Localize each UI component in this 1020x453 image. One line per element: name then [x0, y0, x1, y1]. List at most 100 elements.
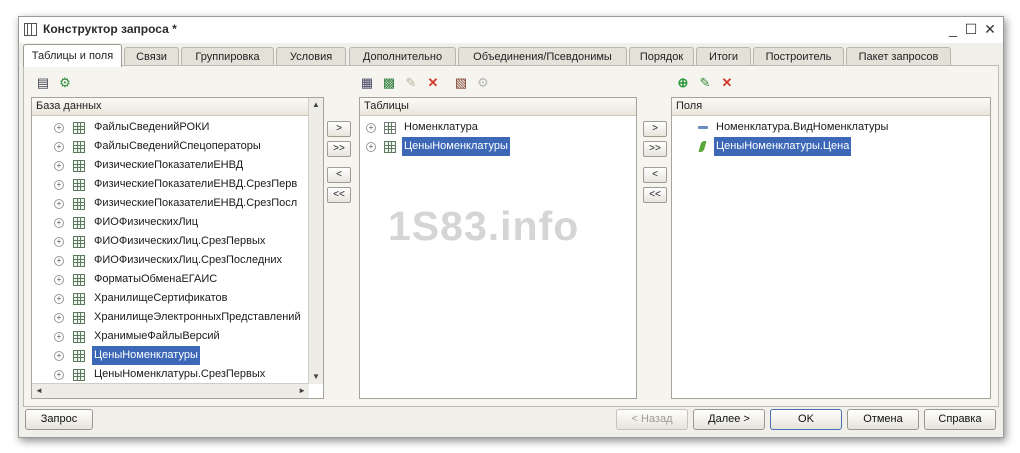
expand-icon[interactable]: +: [54, 237, 64, 247]
table-icon: [73, 293, 85, 305]
list-item[interactable]: + ФайлыСведенийРОКИ: [32, 118, 308, 137]
expand-icon[interactable]: +: [54, 180, 64, 190]
expand-icon[interactable]: +: [54, 218, 64, 228]
scroll-right-arrow[interactable]: ►: [298, 384, 306, 398]
list-item-label: Номенклатура: [404, 121, 478, 133]
list-item[interactable]: + ХранимыеФайлыВерсий: [32, 327, 308, 346]
expand-icon[interactable]: +: [54, 123, 64, 133]
add-field-icon[interactable]: ⊕: [676, 76, 690, 90]
list-item[interactable]: + ЦеныНоменклатуры: [360, 137, 630, 156]
remove-table-button[interactable]: <: [327, 167, 351, 183]
list-item-label-selected: ЦеныНоменклатуры.Цена: [714, 137, 852, 156]
list-item[interactable]: + ФИОФизическихЛиц.СрезПервых: [32, 232, 308, 251]
list-item[interactable]: + ФизическиеПоказателиЕНВД.СрезПосл: [32, 194, 308, 213]
list-item-label: ФизическиеПоказателиЕНВД.СрезПосл: [94, 197, 298, 209]
table-icon: [73, 350, 85, 362]
delete-table-icon[interactable]: ✕: [426, 76, 440, 90]
database-horizontal-scrollbar[interactable]: ◄ ►: [32, 383, 309, 398]
tables-panel-header: Таблицы: [360, 98, 636, 116]
list-item-label: ХранимыеФайлыВерсий: [94, 330, 220, 342]
remove-all-tables-button[interactable]: <<: [327, 187, 351, 203]
tab-grouping[interactable]: Группировка: [181, 47, 274, 66]
query-settings-icon[interactable]: ⚙: [58, 76, 72, 90]
list-item[interactable]: + ХранилищеЭлектронныхПредставлений: [32, 308, 308, 327]
expand-icon[interactable]: +: [54, 294, 64, 304]
list-item[interactable]: + ЦеныНоменклатуры: [32, 346, 308, 365]
table-options-icon[interactable]: ⚙: [476, 76, 490, 90]
expand-icon[interactable]: +: [366, 123, 376, 133]
table-icon: [73, 369, 85, 381]
tab-order[interactable]: Порядок: [629, 47, 694, 66]
maximize-button[interactable]: ☐: [963, 21, 979, 37]
scroll-down-arrow[interactable]: ▼: [309, 370, 323, 384]
tab-tables-and-fields[interactable]: Таблицы и поля: [23, 44, 122, 67]
list-item[interactable]: + Номенклатура: [360, 118, 630, 137]
list-item-label: ХранилищеЭлектронныхПредставлений: [94, 311, 301, 323]
tab-builder[interactable]: Построитель: [753, 47, 844, 66]
list-item[interactable]: + ФизическиеПоказателиЕНВД.СрезПерв: [32, 175, 308, 194]
scroll-up-arrow[interactable]: ▲: [309, 98, 323, 112]
list-item-label: ФИОФизическихЛиц.СрезПоследних: [94, 254, 282, 266]
add-all-tables-button[interactable]: >>: [327, 141, 351, 157]
table-icon: [384, 141, 396, 153]
database-vertical-scrollbar[interactable]: ▲ ▼: [308, 98, 323, 384]
tab-unions-aliases[interactable]: Объединения/Псевдонимы: [458, 47, 627, 66]
back-button[interactable]: < Назад: [616, 409, 688, 430]
add-nested-query-icon[interactable]: ▩: [382, 76, 396, 90]
edit-field-icon[interactable]: ✎: [698, 76, 712, 90]
tab-query-batch[interactable]: Пакет запросов: [846, 47, 951, 66]
remove-field-button[interactable]: <: [643, 167, 667, 183]
list-item[interactable]: + ФИОФизическихЛиц.СрезПоследних: [32, 251, 308, 270]
add-table-icon[interactable]: ▦: [360, 76, 374, 90]
delete-field-icon[interactable]: ✕: [720, 76, 734, 90]
fields-panel: Поля Номенклатура.ВидНоменклатуры ЦеныНо…: [671, 97, 991, 399]
tab-totals[interactable]: Итоги: [696, 47, 751, 66]
tab-conditions[interactable]: Условия: [276, 47, 346, 66]
add-all-fields-button[interactable]: >>: [643, 141, 667, 157]
list-item[interactable]: + ЦеныНоменклатуры.СрезПервых: [32, 365, 308, 381]
list-item[interactable]: Номенклатура.ВидНоменклатуры: [672, 118, 984, 137]
expand-icon[interactable]: +: [54, 161, 64, 171]
list-item[interactable]: + ФайлыСведенийСпецоператоры: [32, 137, 308, 156]
cancel-button[interactable]: Отмена: [847, 409, 919, 430]
expand-icon[interactable]: +: [54, 275, 64, 285]
edit-table-icon[interactable]: ✎: [404, 76, 418, 90]
list-item[interactable]: + ФорматыОбменаЕГАИС: [32, 270, 308, 289]
next-button[interactable]: Далее >: [693, 409, 765, 430]
list-item[interactable]: + ФизическиеПоказателиЕНВД: [32, 156, 308, 175]
close-button[interactable]: ✕: [982, 21, 998, 37]
expand-icon[interactable]: +: [54, 199, 64, 209]
help-button[interactable]: Справка: [924, 409, 996, 430]
expand-icon[interactable]: +: [54, 370, 64, 380]
tab-advanced[interactable]: Дополнительно: [349, 47, 456, 66]
list-item[interactable]: ЦеныНоменклатуры.Цена: [672, 137, 984, 156]
expand-icon[interactable]: +: [54, 142, 64, 152]
add-table-button[interactable]: >: [327, 121, 351, 137]
add-field-button[interactable]: >: [643, 121, 667, 137]
expand-icon[interactable]: +: [54, 351, 64, 361]
minimize-button[interactable]: _: [945, 21, 961, 37]
list-item-label: ФизическиеПоказателиЕНВД.СрезПерв: [94, 178, 298, 190]
ok-button[interactable]: OK: [770, 409, 842, 430]
title-bar[interactable]: Конструктор запроса * _ ☐ ✕: [19, 17, 1003, 43]
table-icon: [73, 198, 85, 210]
query-button[interactable]: Запрос: [25, 409, 93, 430]
list-view-icon[interactable]: ▤: [36, 76, 50, 90]
tab-links[interactable]: Связи: [124, 47, 179, 66]
expand-icon[interactable]: +: [54, 313, 64, 323]
remove-all-fields-button[interactable]: <<: [643, 187, 667, 203]
window-title: Конструктор запроса *: [43, 22, 177, 36]
database-panel-header: База данных: [32, 98, 323, 116]
list-item[interactable]: + ХранилищеСертификатов: [32, 289, 308, 308]
table-icon: [73, 141, 85, 153]
expand-icon[interactable]: +: [366, 142, 376, 152]
expand-icon[interactable]: +: [54, 256, 64, 266]
expand-icon[interactable]: +: [54, 332, 64, 342]
list-item-label: ХранилищеСертификатов: [94, 292, 228, 304]
list-item[interactable]: + ФИОФизическихЛиц: [32, 213, 308, 232]
scroll-left-arrow[interactable]: ◄: [35, 384, 43, 398]
table-icon: [73, 179, 85, 191]
table-icon: [384, 122, 396, 134]
table-icon: [73, 331, 85, 343]
replace-table-icon[interactable]: ▧: [454, 76, 468, 90]
